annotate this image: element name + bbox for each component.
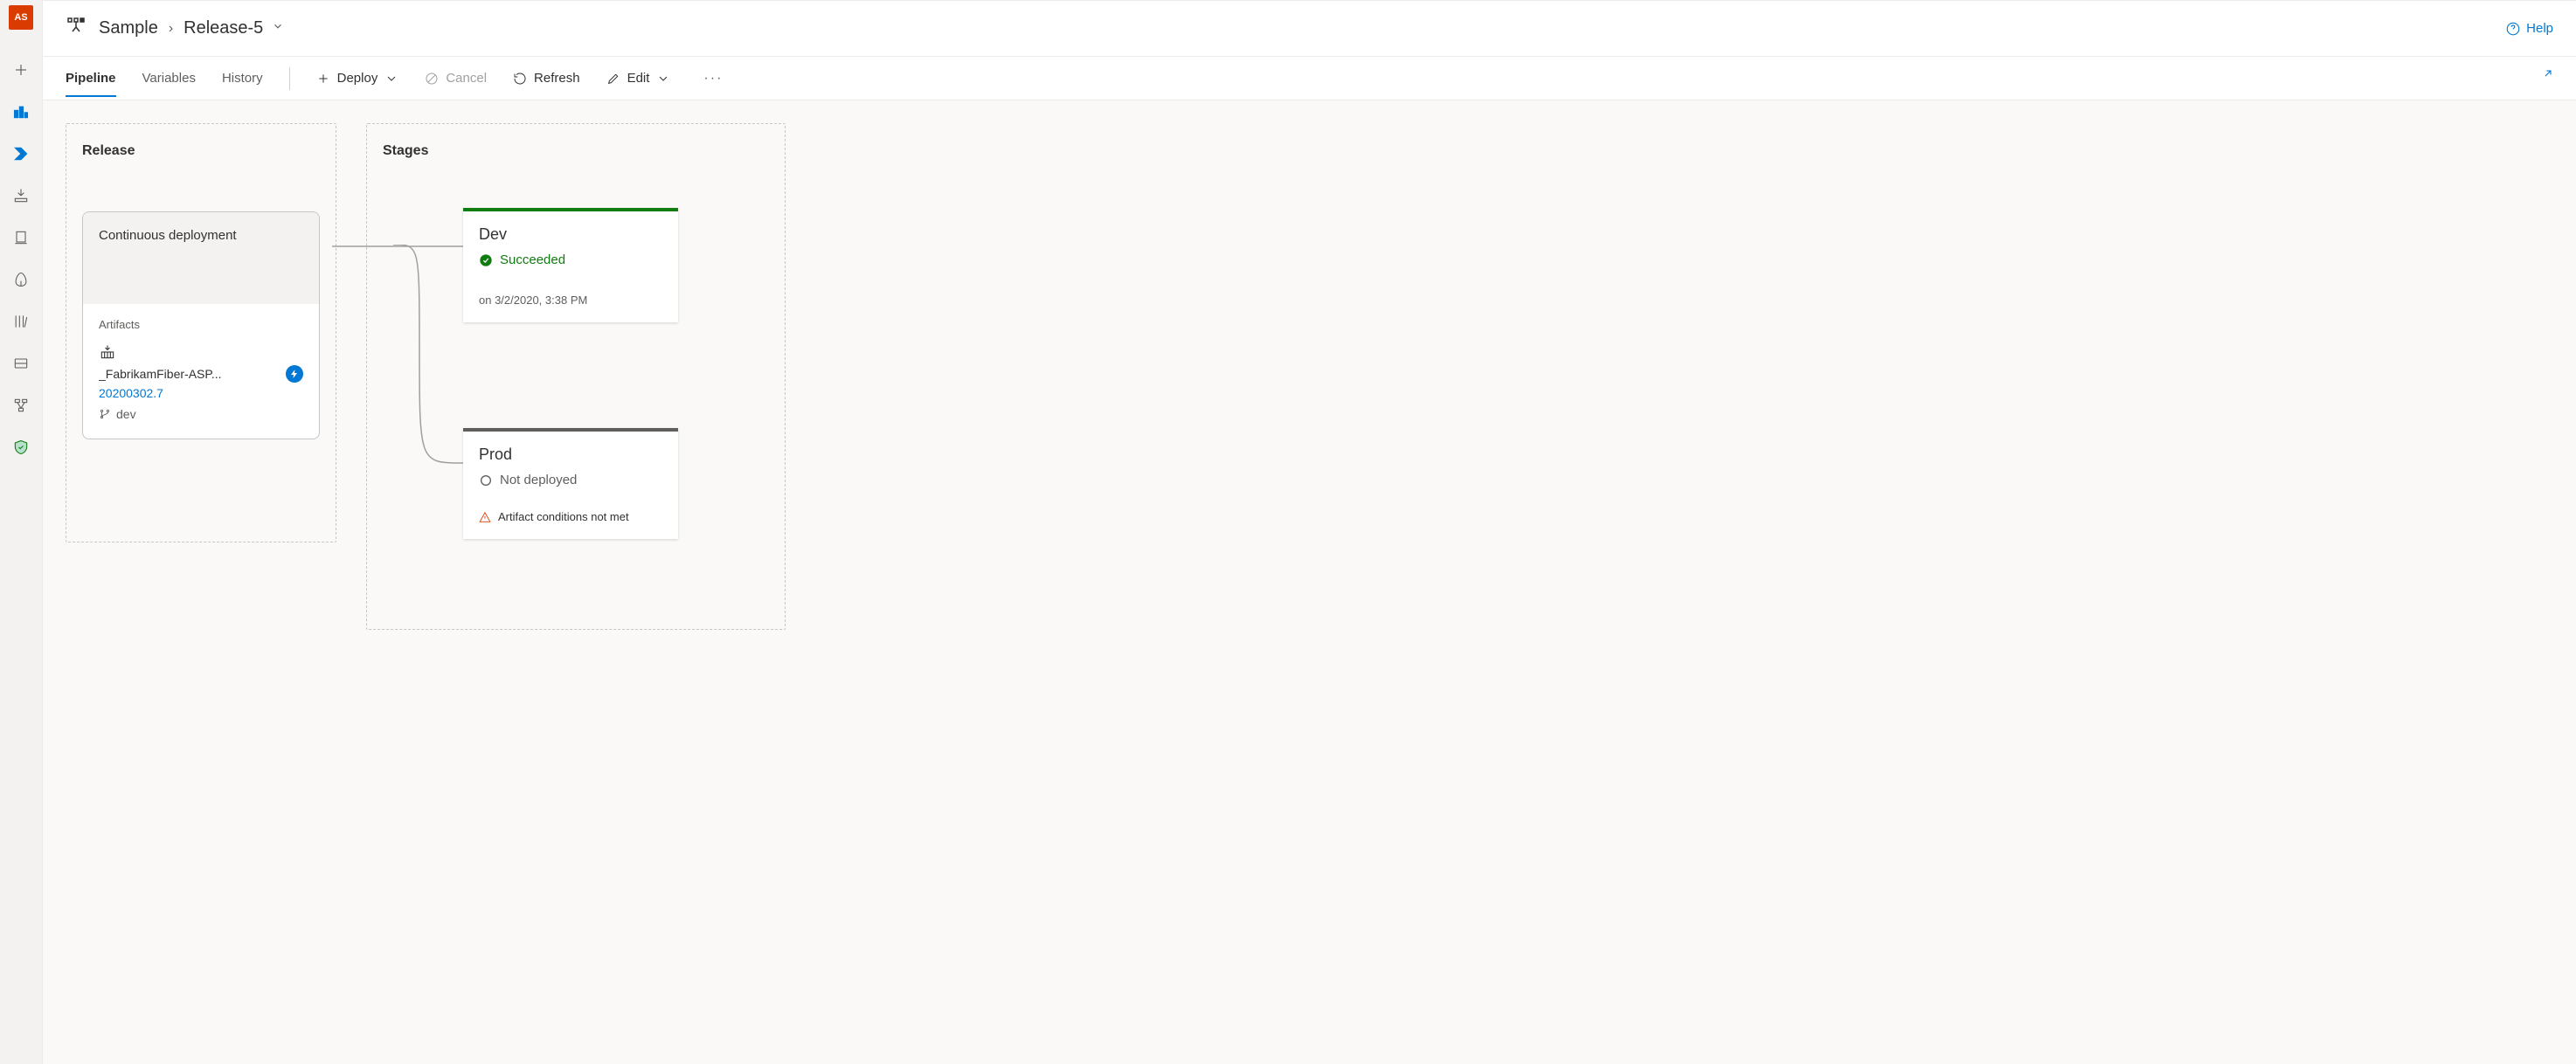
warning-icon bbox=[479, 511, 491, 523]
stages-panel: Stages Dev bbox=[366, 123, 786, 630]
refresh-label: Refresh bbox=[534, 71, 580, 86]
stage-warning-text: Artifact conditions not met bbox=[498, 510, 629, 523]
tab-history[interactable]: History bbox=[222, 60, 263, 96]
rail-security-icon[interactable] bbox=[0, 426, 42, 468]
cd-trigger-icon[interactable] bbox=[286, 365, 303, 383]
release-picker-dropdown[interactable] bbox=[272, 20, 284, 37]
help-link[interactable]: Help bbox=[2505, 21, 2553, 37]
build-artifact-icon bbox=[99, 343, 303, 365]
deploy-label: Deploy bbox=[337, 71, 378, 86]
cancel-label: Cancel bbox=[446, 71, 487, 86]
release-card[interactable]: Continuous deployment Artifacts _Fabrika… bbox=[82, 211, 320, 439]
stage-status-label: Succeeded bbox=[500, 252, 565, 267]
help-label: Help bbox=[2526, 21, 2553, 36]
chevron-right-icon: › bbox=[169, 21, 173, 37]
stage-card-dev[interactable]: Dev Succeeded on 3/2/2020, 3:38 PM bbox=[463, 208, 678, 322]
not-deployed-icon bbox=[479, 473, 493, 487]
fullscreen-button[interactable] bbox=[2538, 68, 2553, 88]
artifacts-label: Artifacts bbox=[99, 318, 303, 331]
rail-library-icon[interactable] bbox=[0, 301, 42, 342]
deploy-button[interactable]: Deploy bbox=[316, 71, 399, 86]
branch-icon bbox=[99, 408, 111, 420]
chevron-down-icon bbox=[656, 72, 670, 86]
tab-variables[interactable]: Variables bbox=[142, 60, 196, 96]
rail-pipelines-icon[interactable] bbox=[0, 133, 42, 175]
toolbar: Pipeline Variables History Deploy Cancel… bbox=[43, 57, 2576, 100]
release-card-title: Continuous deployment bbox=[99, 228, 303, 243]
rail-taskgroups-icon[interactable] bbox=[0, 342, 42, 384]
refresh-button[interactable]: Refresh bbox=[513, 71, 580, 86]
rail-builds-icon[interactable] bbox=[0, 175, 42, 217]
rail-deploymentgroups-icon[interactable] bbox=[0, 384, 42, 426]
more-actions-button[interactable]: ··· bbox=[696, 71, 730, 86]
stage-name: Prod bbox=[479, 446, 662, 464]
tab-pipeline[interactable]: Pipeline bbox=[66, 60, 116, 96]
stage-timestamp: on 3/2/2020, 3:38 PM bbox=[479, 294, 662, 307]
rail-releases-icon[interactable] bbox=[0, 259, 42, 301]
stages-panel-title: Stages bbox=[383, 143, 769, 159]
stage-status-label: Not deployed bbox=[500, 473, 577, 487]
pipeline-canvas: Release Continuous deployment Artifacts … bbox=[43, 100, 2576, 1064]
artifact-name: _FabrikamFiber-ASP... bbox=[99, 367, 279, 381]
toolbar-divider bbox=[289, 67, 290, 90]
stage-name: Dev bbox=[479, 225, 662, 244]
rail-overview-icon[interactable] bbox=[0, 91, 42, 133]
breadcrumb-root[interactable]: Sample bbox=[99, 18, 158, 38]
edit-button[interactable]: Edit bbox=[606, 71, 671, 86]
nav-rail: AS bbox=[0, 0, 42, 1064]
project-avatar[interactable]: AS bbox=[9, 5, 33, 30]
stage-card-prod[interactable]: Prod Not deployed Artifact conditions no… bbox=[463, 428, 678, 539]
release-panel: Release Continuous deployment Artifacts … bbox=[66, 123, 336, 542]
edit-label: Edit bbox=[627, 71, 650, 86]
breadcrumb-current[interactable]: Release-5 bbox=[184, 18, 263, 38]
breadcrumb-bar: Sample › Release-5 Help bbox=[43, 1, 2576, 57]
build-link[interactable]: 20200302.7 bbox=[99, 386, 303, 400]
success-icon bbox=[479, 253, 493, 267]
release-pipeline-icon bbox=[66, 16, 87, 41]
rail-environments-icon[interactable] bbox=[0, 217, 42, 259]
release-panel-title: Release bbox=[82, 143, 320, 159]
branch-name: dev bbox=[116, 407, 136, 421]
cancel-button: Cancel bbox=[425, 71, 487, 86]
add-project-button[interactable] bbox=[0, 49, 42, 91]
chevron-down-icon bbox=[384, 72, 398, 86]
